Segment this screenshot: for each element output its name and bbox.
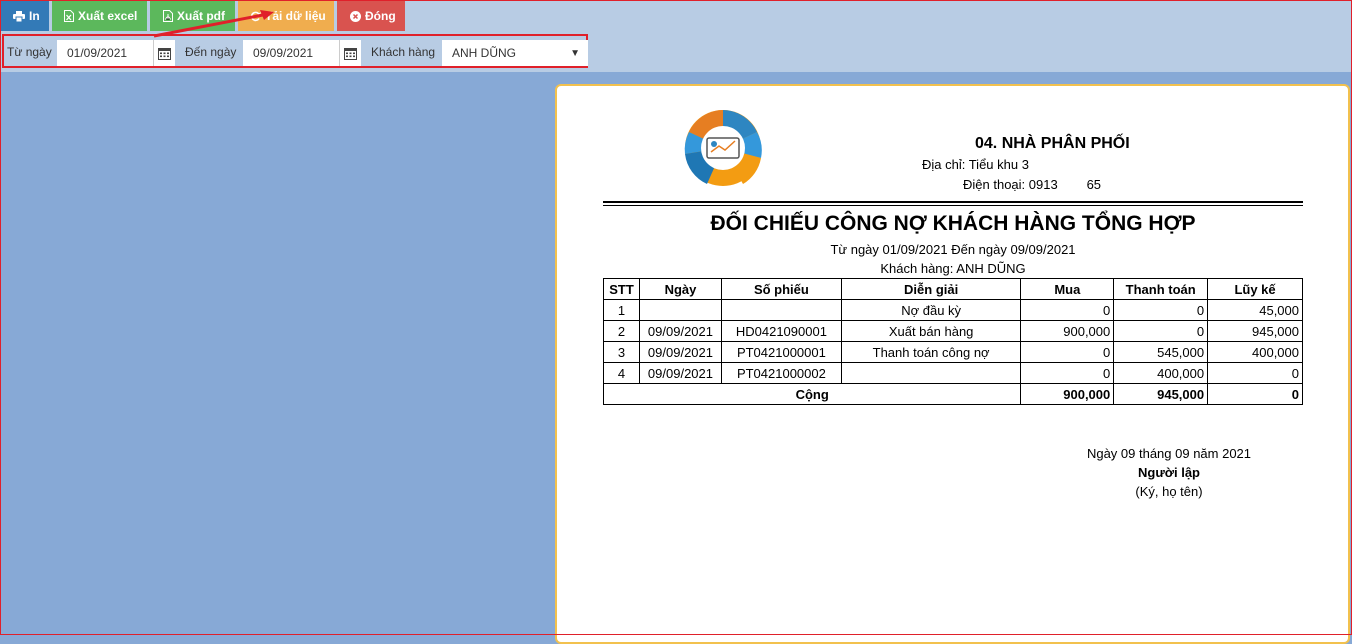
total-cumulative: 0 [1207,383,1303,405]
from-date-calendar-icon[interactable] [153,40,175,66]
close-button[interactable]: Đóng [337,1,405,31]
column-header: Diễn giải [840,278,1022,300]
to-date-label: Đến ngày [185,45,237,59]
cell-cumulative: 400,000 [1207,341,1303,363]
customer-select-value: ANH DŨNG [452,46,517,60]
report-paper: 04. NHÀ PHÂN PHỐI Địa chỉ: Tiểu khu 3 Đi… [555,84,1350,644]
excel-label: Xuất excel [78,9,138,23]
cell-purchase: 900,000 [1020,320,1115,342]
to-date-input[interactable]: 09/09/2021 [243,40,339,66]
cell-description: Thanh toán công nợ [840,341,1022,363]
from-date-label: Từ ngày [7,45,52,59]
customer-select[interactable]: ANH DŨNG ▼ [442,40,588,66]
cell-description: Nợ đầu kỳ [840,299,1022,321]
dropdown-arrow-icon: ▼ [570,48,580,59]
cell-payment: 545,000 [1113,341,1209,363]
cell-description: Xuất bán hàng [840,320,1022,342]
cell-payment: 0 [1113,320,1209,342]
cell-purchase: 0 [1020,362,1115,384]
company-name: 04. NHÀ PHÂN PHỐI [975,135,1130,152]
table-row: 1 Nợ đầu kỳ 0 0 45,000 [603,299,1303,321]
cell-voucher [720,299,842,321]
report-customer: Khách hàng: ANH DŨNG [880,261,1026,276]
column-header: Lũy kế [1207,278,1303,300]
excel-file-icon [64,10,74,22]
table-total-row: Cộng 900,000 945,000 0 [602,383,1303,405]
column-header: STT [603,278,640,300]
cell-date: 09/09/2021 [638,341,722,363]
column-header: Ngày [638,278,722,300]
company-phone: Điện thoại: 0913 65 [963,177,1102,192]
cell-voucher: PT0421000002 [720,362,842,384]
column-header: Số phiếu [720,278,842,300]
column-header: Thanh toán [1113,278,1209,300]
cell-cumulative: 945,000 [1207,320,1303,342]
close-label: Đóng [365,9,396,23]
annotation-arrow [153,10,274,38]
debt-table: STT Ngày Số phiếu Diễn giải Mua Thanh to… [602,278,1303,405]
company-logo-icon [677,106,769,186]
cell-stt: 1 [603,299,640,321]
cell-purchase: 0 [1020,299,1115,321]
customer-label: Khách hàng [371,45,436,59]
cell-date: 09/09/2021 [638,362,722,384]
print-label: In [29,9,40,23]
printer-icon [13,10,25,22]
close-circle-icon [350,10,361,22]
to-date-calendar-icon[interactable] [339,40,361,66]
print-button[interactable]: In [1,1,49,31]
cell-stt: 4 [603,362,640,384]
total-payment: 945,000 [1113,383,1209,405]
company-address: Địa chỉ: Tiểu khu 3 [922,157,1029,172]
cell-stt: 3 [603,341,640,363]
sign-role: Người lập [1138,465,1200,480]
report-period: Từ ngày 01/09/2021 Đến ngày 09/09/2021 [830,242,1076,257]
cell-stt: 2 [603,320,640,342]
cell-cumulative: 0 [1207,362,1303,384]
table-row: 3 09/09/2021 PT0421000001 Thanh toán côn… [603,341,1303,363]
cell-voucher: HD0421090001 [720,320,842,342]
cell-description [840,362,1022,384]
sign-note: (Ký, họ tên) [1135,484,1203,499]
cell-date: 09/09/2021 [638,320,722,342]
table-row: 2 09/09/2021 HD0421090001 Xuất bán hàng … [603,320,1303,342]
cell-voucher: PT0421000001 [720,341,842,363]
sign-date: Ngày 09 tháng 09 năm 2021 [1086,446,1252,461]
column-header: Mua [1020,278,1115,300]
table-header-row: STT Ngày Số phiếu Diễn giải Mua Thanh to… [603,278,1303,300]
cell-payment: 400,000 [1113,362,1209,384]
cell-cumulative: 45,000 [1207,299,1303,321]
cell-date [638,299,722,321]
cell-payment: 0 [1113,299,1209,321]
filter-bar: Từ ngày 01/09/2021 Đến ngày 09/09/2021 K… [2,34,588,68]
cell-purchase: 0 [1020,341,1115,363]
table-row: 4 09/09/2021 PT0421000002 0 400,000 0 [603,362,1303,384]
report-title: ĐỐI CHIẾU CÔNG NỢ KHÁCH HÀNG TỔNG HỢP [710,212,1196,235]
header-divider-thin [603,205,1303,206]
total-label: Cộng [602,383,1022,405]
from-date-input[interactable]: 01/09/2021 [57,40,153,66]
total-purchase: 900,000 [1020,383,1115,405]
header-divider [603,201,1303,203]
export-excel-button[interactable]: Xuất excel [52,1,147,31]
